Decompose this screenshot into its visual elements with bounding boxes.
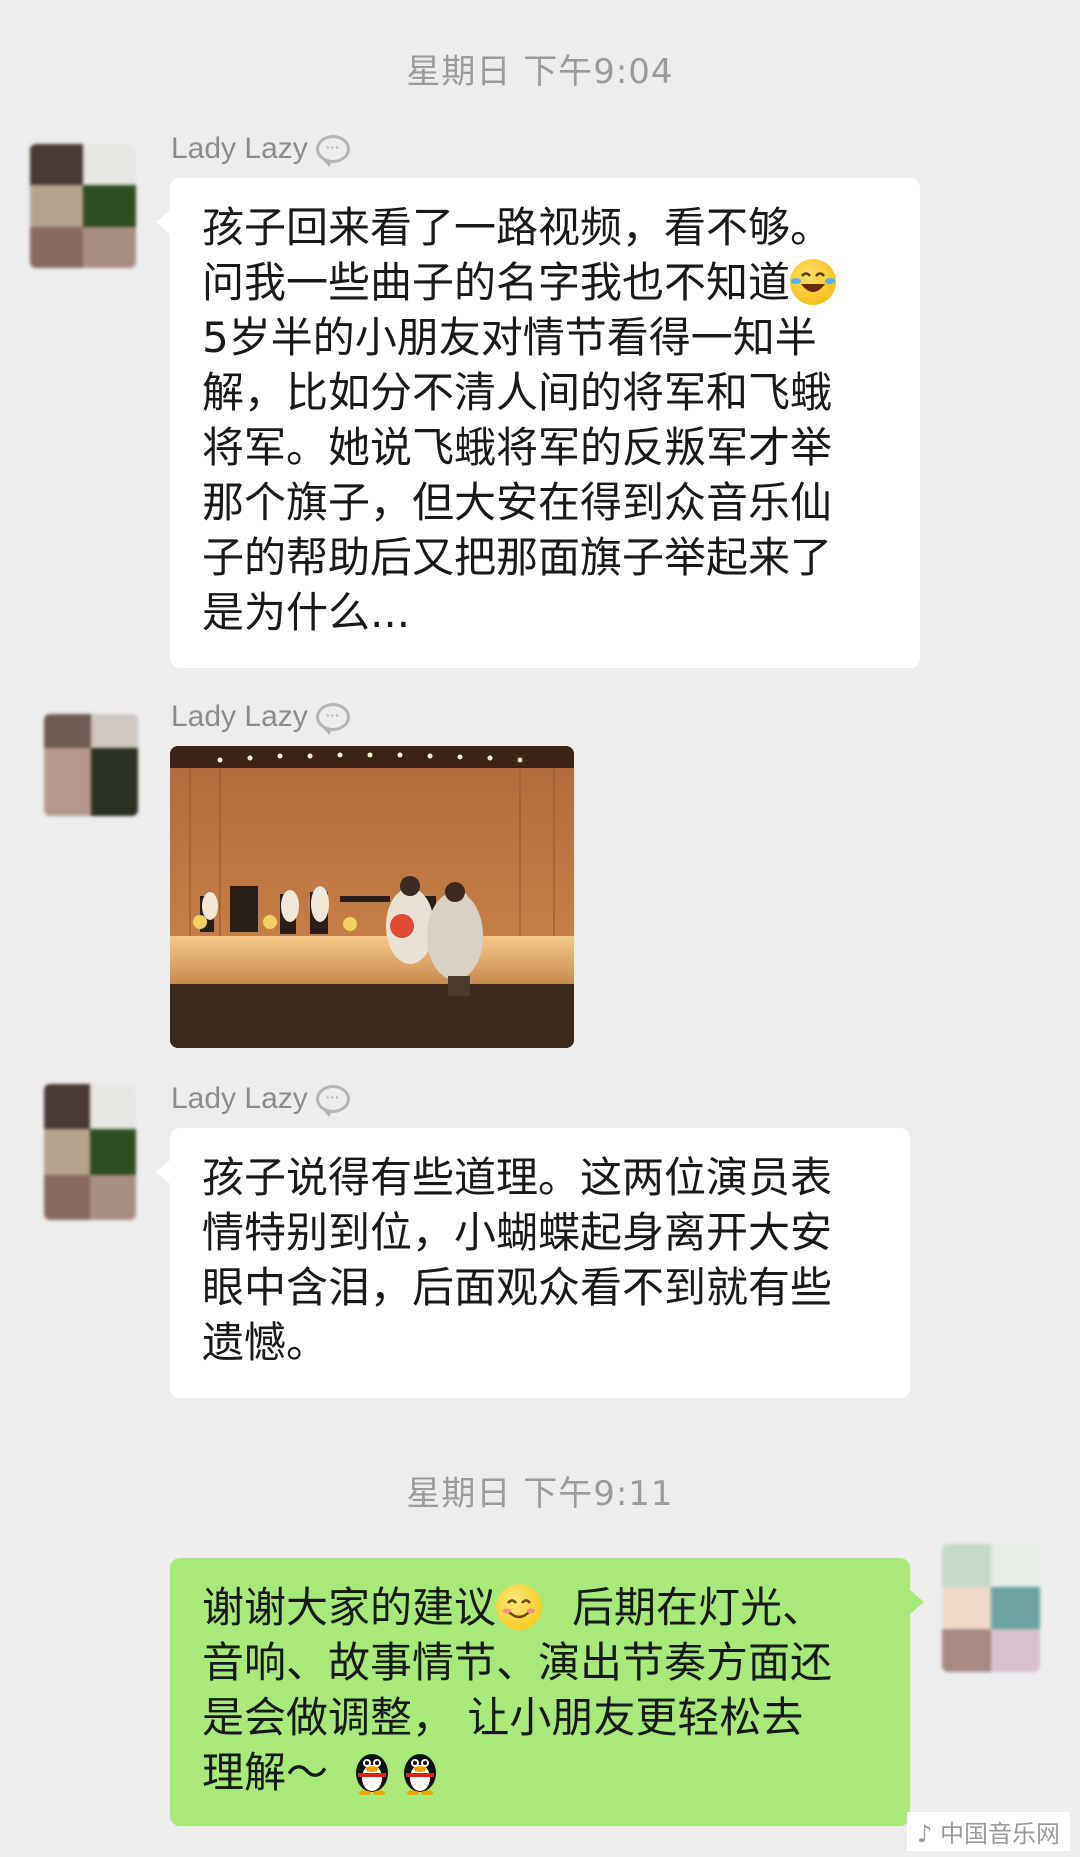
message-line: 眼中含泪，后面观众看不到就有些	[202, 1263, 833, 1312]
laughing-tears-icon	[790, 259, 837, 305]
message-line: 子的帮助后又把那面旗子举起来了	[202, 533, 833, 582]
message-line: 遗憾。	[202, 1318, 329, 1367]
message-line: 理解～	[202, 1745, 878, 1800]
sender-name-text: Lady Lazy	[171, 700, 308, 733]
watermark: ♪ 中国音乐网	[907, 1812, 1070, 1851]
message-line: 是为什么...	[202, 588, 411, 637]
message-bubble-self[interactable]: 谢谢大家的建议 后期在灯光、 音响、故事情节、演出节奏方面还 是会做调整， 让小…	[170, 1558, 924, 1826]
sender-name-text: Lady Lazy	[171, 132, 308, 165]
penguin-icon	[400, 1749, 440, 1796]
message-line: 是会做调整， 让小朋友更轻松去	[202, 1693, 804, 1742]
sender-name: Lady Lazy ···	[171, 700, 350, 735]
chat-bubble-icon: ···	[315, 1085, 350, 1117]
message-line: 5岁半的小朋友对情节看得一知半	[202, 313, 817, 362]
message-line: 谢谢大家的建议 后期在灯光、	[202, 1583, 825, 1632]
message-line: 音响、故事情节、演出节奏方面还	[202, 1638, 833, 1687]
stage-performance-photo[interactable]	[170, 746, 574, 1048]
sender-name: Lady Lazy ···	[171, 1082, 350, 1117]
avatar[interactable]	[44, 714, 138, 816]
timestamp: 星期日 下午9:04	[406, 52, 674, 92]
message-bubble[interactable]: 孩子回来看了一路视频，看不够。 问我一些曲子的名字我也不知道 5岁半的小朋友对情…	[156, 178, 920, 668]
chat-bubble-icon: ···	[315, 703, 350, 735]
message-line: 孩子说得有些道理。这两位演员表	[202, 1153, 833, 1202]
message-line: 问我一些曲子的名字我也不知道	[202, 255, 888, 310]
message-line: 将军。她说飞蛾将军的反叛军才举	[202, 423, 833, 472]
avatar-self[interactable]	[942, 1544, 1040, 1672]
message-line: 那个旗子，但大安在得到众音乐仙	[202, 478, 833, 527]
message-bubble[interactable]: 孩子说得有些道理。这两位演员表 情特别到位，小蝴蝶起身离开大安 眼中含泪，后面观…	[156, 1128, 910, 1398]
avatar[interactable]	[30, 144, 136, 268]
penguin-icon	[352, 1749, 392, 1796]
chat-bubble-icon: ···	[315, 135, 350, 167]
watermark-text: 中国音乐网	[940, 1820, 1060, 1848]
sender-name: Lady Lazy ···	[171, 132, 350, 167]
smiling-face-icon	[496, 1584, 543, 1630]
message-line: 孩子回来看了一路视频，看不够。	[202, 203, 833, 252]
avatar[interactable]	[44, 1084, 136, 1220]
message-line: 情特别到位，小蝴蝶起身离开大安	[202, 1208, 833, 1257]
message-line: 解，比如分不清人间的将军和飞蛾	[202, 368, 833, 417]
timestamp: 星期日 下午9:11	[406, 1474, 674, 1514]
sender-name-text: Lady Lazy	[171, 1082, 308, 1115]
